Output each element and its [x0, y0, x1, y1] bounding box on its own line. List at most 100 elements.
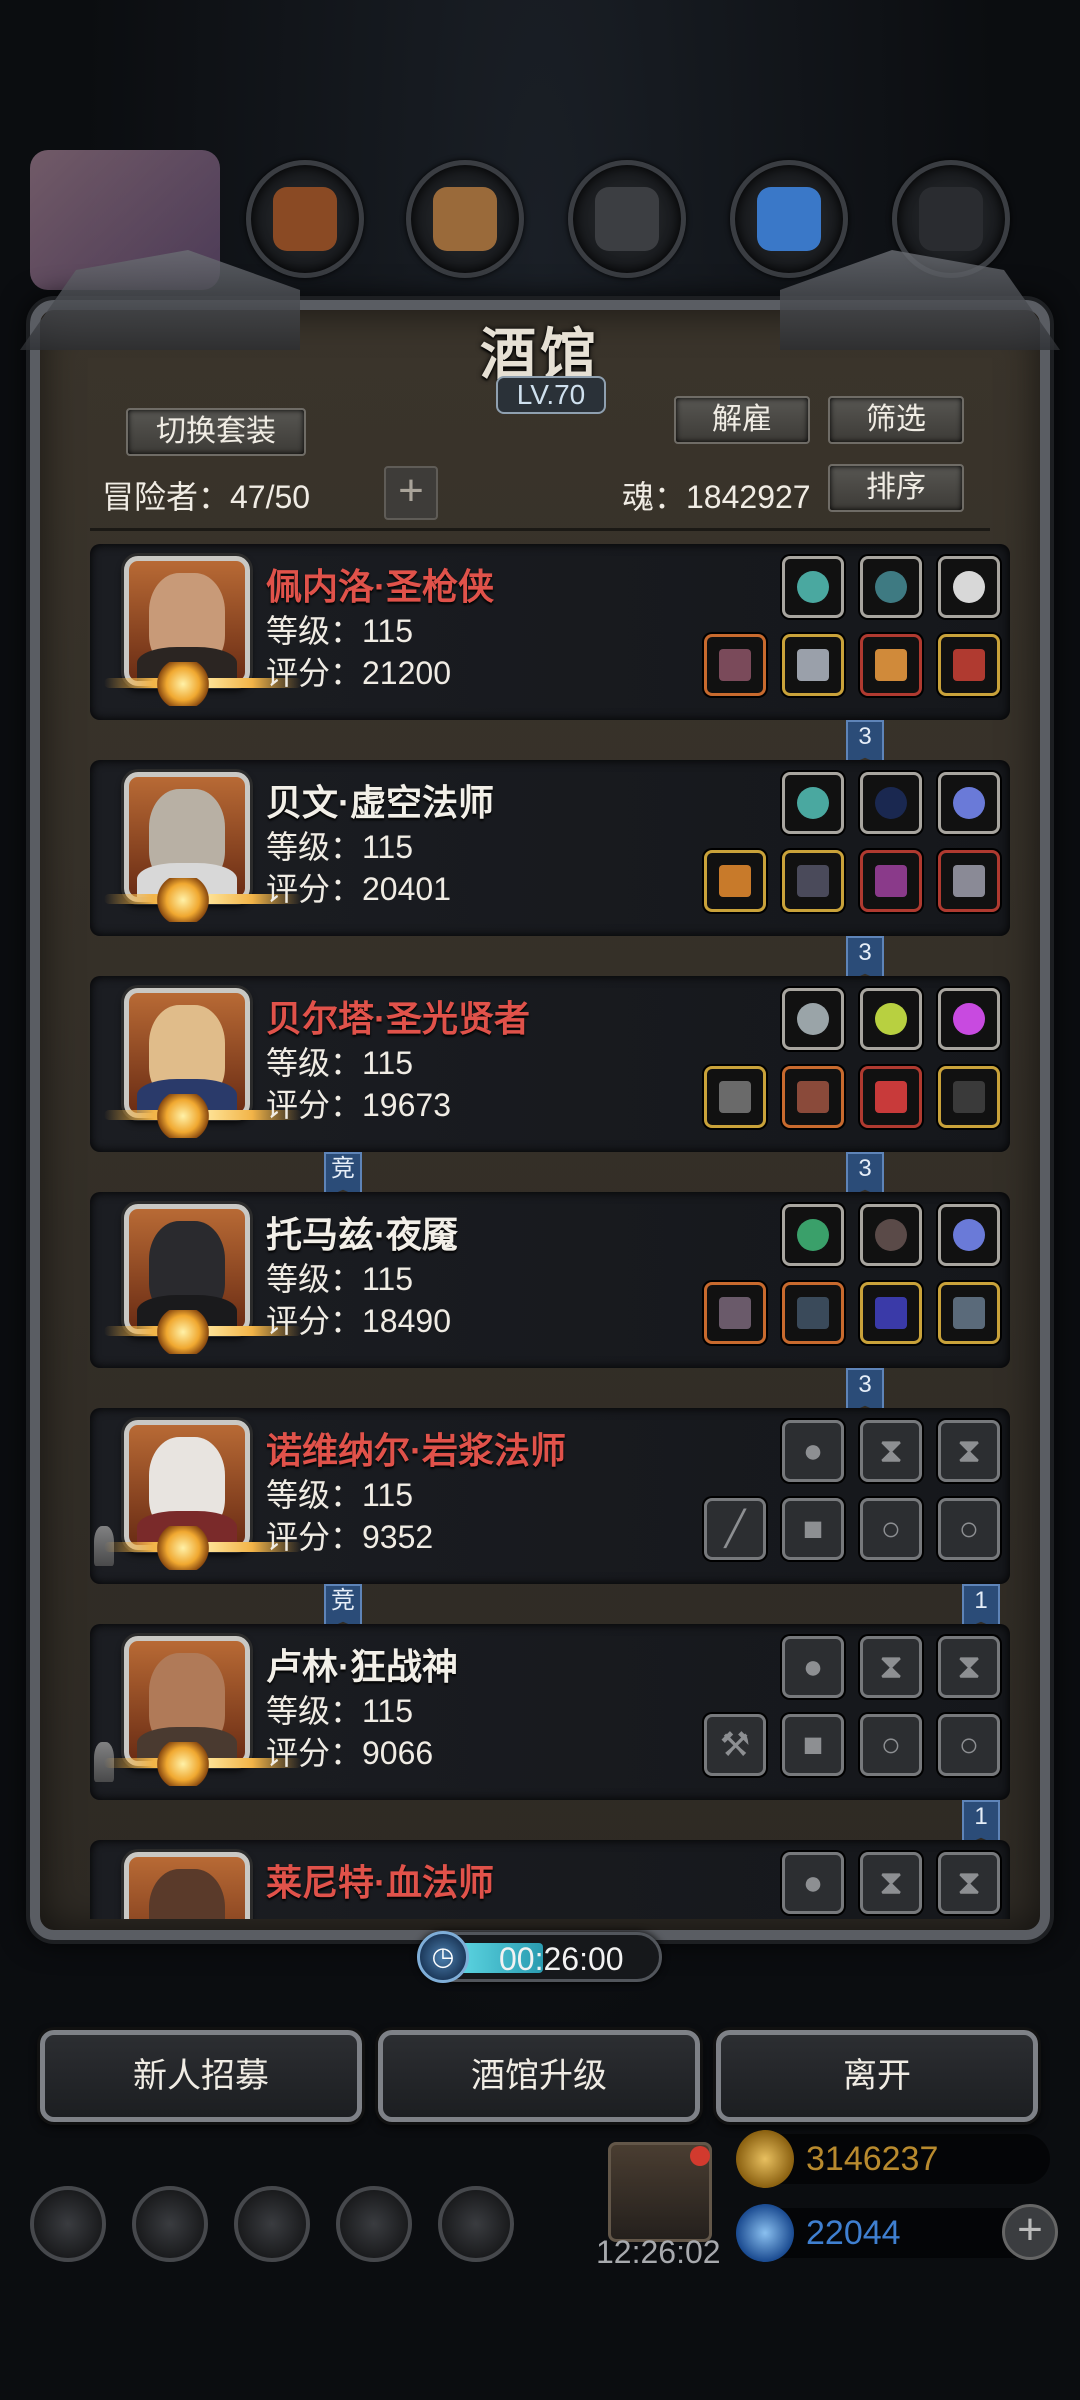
- hero-score: 评分：9352: [266, 1519, 434, 1555]
- feather-slot-icon[interactable]: [860, 1204, 922, 1266]
- stone-slot-icon[interactable]: [860, 556, 922, 618]
- game-clock: 12:26:02: [596, 2234, 721, 2270]
- map-icon[interactable]: [234, 2186, 310, 2262]
- star-medal-icon: [154, 878, 212, 922]
- weapon-slot-icon[interactable]: [704, 634, 766, 696]
- gem-slot-icon[interactable]: [938, 988, 1000, 1050]
- rune-slot-icon[interactable]: [782, 772, 844, 834]
- header-divider: [90, 528, 990, 531]
- robe-slot-icon[interactable]: [782, 850, 844, 912]
- hero-name: 莱尼特·血法师: [266, 1862, 494, 1903]
- ring-slot-icon[interactable]: [860, 1282, 922, 1344]
- amulet-slot-icon[interactable]: [860, 850, 922, 912]
- switch-outfit-button[interactable]: 切换套装: [126, 408, 306, 456]
- hero-card[interactable]: 贝文·虚空法师 等级：115 评分：20401: [90, 760, 1010, 936]
- expand-capacity-button[interactable]: +: [384, 466, 438, 520]
- hero-list[interactable]: 佩内洛·圣枪侠 等级：115 评分：21200 3 贝文·虚空法师 等级：115…: [60, 544, 1020, 1919]
- robe-slot-icon[interactable]: [782, 1066, 844, 1128]
- hero-card[interactable]: 托马兹·夜魇 等级：115 评分：18490: [90, 1192, 1010, 1368]
- hero-score: 评分：21200: [266, 655, 451, 691]
- mace-slot-icon[interactable]: [704, 1066, 766, 1128]
- hero-level: 等级：115: [266, 1693, 414, 1729]
- tavern-level-badge: LV.70: [496, 376, 606, 414]
- weapon-slot-icon[interactable]: [704, 1282, 766, 1344]
- amulet-slot-icon[interactable]: [860, 1066, 922, 1128]
- star-medal-icon: [154, 1742, 212, 1786]
- hero-name: 贝文·虚空法师: [266, 782, 494, 823]
- dice-icon[interactable]: [438, 2186, 514, 2262]
- armor-slot-icon[interactable]: [782, 634, 844, 696]
- lantern-slot-icon[interactable]: [938, 772, 1000, 834]
- empty-hourglass-slot-icon[interactable]: ⧗: [938, 1636, 1000, 1698]
- empty-ring-slot-icon[interactable]: ○: [860, 1714, 922, 1776]
- hero-card[interactable]: 佩内洛·圣枪侠 等级：115 评分：21200: [90, 544, 1010, 720]
- rune-slot-icon[interactable]: [782, 1204, 844, 1266]
- empty-hourglass-slot-icon[interactable]: ⧗: [938, 1420, 1000, 1482]
- gold-counter: 3146237: [736, 2130, 1050, 2188]
- hero-portrait[interactable]: [124, 1852, 250, 1919]
- hero-name: 贝尔塔·圣光贤者: [266, 998, 530, 1039]
- hero-level: 等级：115: [266, 1477, 414, 1513]
- stone-slot-icon[interactable]: [782, 988, 844, 1050]
- amulet-slot-icon[interactable]: [938, 1282, 1000, 1344]
- hero-card[interactable]: 卢林·狂战神 等级：115 评分：9066 ● ⧗ ⧗ ⚒ ■ ○ ○: [90, 1624, 1010, 1800]
- hero-score: 评分：19673: [266, 1087, 451, 1123]
- hero-name: 诺维纳尔·岩浆法师: [266, 1430, 566, 1471]
- star-medal-icon: [154, 1310, 212, 1354]
- empty-hourglass-slot-icon[interactable]: ⧗: [860, 1852, 922, 1914]
- settings-gear-icon[interactable]: [30, 2186, 106, 2262]
- gauntlet-slot-icon[interactable]: [938, 850, 1000, 912]
- lantern-slot-icon[interactable]: [938, 1204, 1000, 1266]
- empty-drop-slot-icon[interactable]: ●: [782, 1420, 844, 1482]
- crystal-slot-icon[interactable]: [860, 772, 922, 834]
- leave-button[interactable]: 离开: [716, 2030, 1038, 2122]
- hero-card[interactable]: 诺维纳尔·岩浆法师 等级：115 评分：9352 ● ⧗ ⧗ ╱ ■ ○ ○: [90, 1408, 1010, 1584]
- staff-slot-icon[interactable]: [704, 850, 766, 912]
- add-gems-button[interactable]: +: [1002, 2204, 1058, 2260]
- empty-ring-slot-icon[interactable]: ○: [860, 1498, 922, 1560]
- stone-slot-icon[interactable]: [938, 556, 1000, 618]
- adventurer-count: 冒险者：47/50: [102, 479, 311, 515]
- ring-slot-icon[interactable]: [938, 1066, 1000, 1128]
- empty-axe-slot-icon[interactable]: ⚒: [704, 1714, 766, 1776]
- empty-drop-slot-icon[interactable]: ●: [782, 1636, 844, 1698]
- hero-level: 等级：115: [266, 1261, 414, 1297]
- filter-button[interactable]: 筛选: [828, 396, 964, 444]
- lantern-slot-icon[interactable]: [860, 988, 922, 1050]
- gold-value: 3146237: [806, 2140, 939, 2178]
- star-medal-icon: [154, 1094, 212, 1138]
- empty-hourglass-slot-icon[interactable]: ⧗: [860, 1420, 922, 1482]
- empty-weapon-slot-icon[interactable]: ╱: [704, 1498, 766, 1560]
- hero-card[interactable]: 贝尔塔·圣光贤者 等级：115 评分：19673: [90, 976, 1010, 1152]
- empty-drop-slot-icon[interactable]: ●: [782, 1852, 844, 1914]
- star-medal-icon: [154, 662, 212, 706]
- achievement-star-icon[interactable]: [132, 2186, 208, 2262]
- amulet-slot-icon[interactable]: [860, 634, 922, 696]
- notification-dot: [690, 2146, 710, 2166]
- hero-level: 等级：115: [266, 613, 414, 649]
- upgrade-tavern-button[interactable]: 酒馆升级: [378, 2030, 700, 2122]
- hero-card[interactable]: 莱尼特·血法师 ● ⧗ ⧗: [90, 1840, 1010, 1919]
- gem-value: 22044: [806, 2214, 901, 2252]
- hero-name: 卢林·狂战神: [266, 1646, 458, 1687]
- hero-name: 佩内洛·圣枪侠: [266, 566, 494, 607]
- ring-slot-icon[interactable]: [938, 634, 1000, 696]
- star-medal-icon: [154, 1526, 212, 1570]
- gem-icon: [736, 2204, 794, 2262]
- empty-hourglass-slot-icon[interactable]: ⧗: [860, 1636, 922, 1698]
- empty-hourglass-slot-icon[interactable]: ⧗: [938, 1852, 1000, 1914]
- sort-button[interactable]: 排序: [828, 464, 964, 512]
- armor-slot-icon[interactable]: [782, 1282, 844, 1344]
- hero-score: 评分：9066: [266, 1735, 434, 1771]
- recruit-button[interactable]: 新人招募: [40, 2030, 362, 2122]
- hero-level: 等级：115: [266, 829, 414, 865]
- dismiss-button[interactable]: 解雇: [674, 396, 810, 444]
- gold-scroll-icon: [736, 2130, 794, 2188]
- empty-ring-slot-icon[interactable]: ○: [938, 1714, 1000, 1776]
- mail-icon[interactable]: [336, 2186, 412, 2262]
- empty-armor-slot-icon[interactable]: ■: [782, 1498, 844, 1560]
- tavern-panel: 酒馆 LV.70 切换套装 解雇 筛选 冒险者：47/50 + 魂：184292…: [20, 250, 1050, 1940]
- empty-armor-slot-icon[interactable]: ■: [782, 1714, 844, 1776]
- empty-ring-slot-icon[interactable]: ○: [938, 1498, 1000, 1560]
- rune-slot-icon[interactable]: [782, 556, 844, 618]
